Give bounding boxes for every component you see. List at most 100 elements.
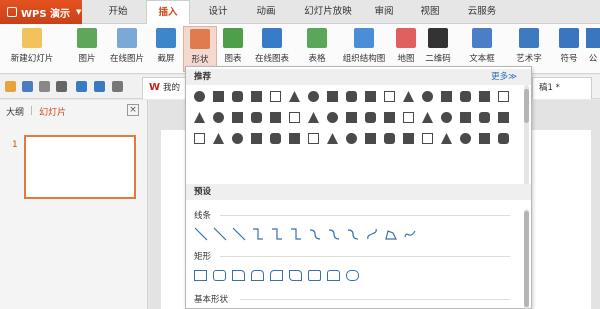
line-shape-item[interactable] — [403, 227, 417, 241]
shape-item[interactable] — [346, 91, 357, 102]
shape-item[interactable] — [270, 91, 281, 102]
shape-item[interactable] — [346, 112, 357, 123]
shape-item[interactable] — [232, 112, 243, 123]
shape-item[interactable] — [365, 91, 376, 102]
preset-scroll-thumb[interactable] — [524, 211, 529, 307]
line-shape-item[interactable] — [251, 227, 265, 241]
line-shape-item[interactable] — [308, 227, 322, 241]
rect-shape-item[interactable] — [327, 270, 340, 281]
rect-shape-item[interactable] — [270, 270, 283, 281]
rect-shape-item[interactable] — [251, 270, 264, 281]
shape-item[interactable] — [441, 133, 452, 144]
shape-item[interactable] — [308, 133, 319, 144]
rect-shape-item[interactable] — [194, 270, 207, 281]
rect-shape-item[interactable] — [213, 270, 226, 281]
line-shape-item[interactable] — [384, 227, 398, 241]
online-picture-button[interactable]: 在线图片 — [108, 26, 146, 72]
tab-slideshow[interactable]: 幻灯片放映 — [296, 0, 360, 24]
customize-icon[interactable] — [112, 81, 123, 92]
shape-item[interactable] — [460, 112, 471, 123]
recommend-scroll-thumb[interactable] — [524, 89, 529, 123]
shape-item[interactable] — [441, 91, 452, 102]
shape-item[interactable] — [422, 112, 433, 123]
shape-item[interactable] — [289, 112, 300, 123]
shape-item[interactable] — [232, 133, 243, 144]
shape-item[interactable] — [346, 133, 357, 144]
picture-button[interactable]: 图片 — [72, 26, 102, 72]
shape-item[interactable] — [365, 112, 376, 123]
tab-insert[interactable]: 插入 — [146, 0, 190, 25]
line-shape-item[interactable] — [232, 227, 246, 241]
shape-item[interactable] — [460, 91, 471, 102]
formula-button[interactable]: 公 — [586, 26, 600, 72]
shape-item[interactable] — [194, 133, 205, 144]
shape-item[interactable] — [289, 133, 300, 144]
shape-item[interactable] — [403, 133, 414, 144]
undo-icon[interactable] — [76, 81, 87, 92]
tab-animation[interactable]: 动画 — [246, 0, 286, 24]
rect-shape-item[interactable] — [346, 270, 359, 281]
shape-item[interactable] — [270, 112, 281, 123]
shape-item[interactable] — [308, 91, 319, 102]
rect-shape-item[interactable] — [232, 270, 245, 281]
line-shape-item[interactable] — [365, 227, 379, 241]
shape-item[interactable] — [498, 133, 509, 144]
doc-tab-wps[interactable]: W 我的 — [142, 77, 188, 99]
shape-item[interactable] — [213, 133, 224, 144]
screenshot-button[interactable]: 截屏 — [152, 26, 180, 72]
shape-item[interactable] — [479, 133, 490, 144]
line-shape-item[interactable] — [213, 227, 227, 241]
tab-design[interactable]: 设计 — [198, 0, 238, 24]
shape-item[interactable] — [422, 91, 433, 102]
line-shape-item[interactable] — [194, 227, 208, 241]
shape-item[interactable] — [498, 91, 509, 102]
tab-review[interactable]: 审阅 — [366, 0, 402, 24]
shape-item[interactable] — [384, 133, 395, 144]
open-icon[interactable] — [5, 81, 16, 92]
shape-item[interactable] — [232, 91, 243, 102]
rect-shape-item[interactable] — [308, 270, 321, 281]
shape-item[interactable] — [327, 133, 338, 144]
new-slide-button[interactable]: 新建幻灯片 — [6, 26, 58, 72]
shape-item[interactable] — [441, 112, 452, 123]
search-icon[interactable] — [56, 81, 67, 92]
tab-home[interactable]: 开始 — [98, 0, 138, 24]
tab-slides[interactable]: 幻灯片 — [39, 105, 66, 118]
slide-thumbnail[interactable] — [24, 135, 136, 199]
shape-item[interactable] — [365, 133, 376, 144]
shape-item[interactable] — [251, 112, 262, 123]
tab-cloud[interactable]: 云服务 — [458, 0, 506, 24]
shape-item[interactable] — [308, 112, 319, 123]
print-icon[interactable] — [39, 81, 50, 92]
doc-tab-current[interactable]: 稿1 * — [532, 77, 592, 99]
shape-item[interactable] — [460, 133, 471, 144]
shape-item[interactable] — [213, 112, 224, 123]
preset-scrollbar[interactable] — [524, 209, 529, 309]
shape-item[interactable] — [251, 133, 262, 144]
shape-item[interactable] — [403, 112, 414, 123]
shape-item[interactable] — [327, 112, 338, 123]
shape-item[interactable] — [384, 91, 395, 102]
shape-item[interactable] — [479, 112, 490, 123]
shape-item[interactable] — [251, 91, 262, 102]
tab-view[interactable]: 视图 — [412, 0, 448, 24]
shape-item[interactable] — [327, 91, 338, 102]
shape-item[interactable] — [403, 91, 414, 102]
line-shape-item[interactable] — [327, 227, 341, 241]
line-shape-item[interactable] — [346, 227, 360, 241]
line-shape-item[interactable] — [289, 227, 303, 241]
save-icon[interactable] — [22, 81, 33, 92]
shape-item[interactable] — [213, 91, 224, 102]
shape-item[interactable] — [479, 91, 490, 102]
symbol-button[interactable]: 符号 — [556, 26, 582, 72]
shape-item[interactable] — [194, 112, 205, 123]
tab-outline[interactable]: 大纲 — [6, 105, 24, 118]
shape-item[interactable] — [270, 133, 281, 144]
shape-item[interactable] — [422, 133, 433, 144]
rect-shape-item[interactable] — [289, 270, 302, 281]
shape-item[interactable] — [194, 91, 205, 102]
line-shape-item[interactable] — [270, 227, 284, 241]
recommend-scrollbar[interactable] — [524, 85, 529, 185]
panel-close-icon[interactable]: × — [127, 104, 139, 116]
redo-icon[interactable] — [94, 81, 105, 92]
